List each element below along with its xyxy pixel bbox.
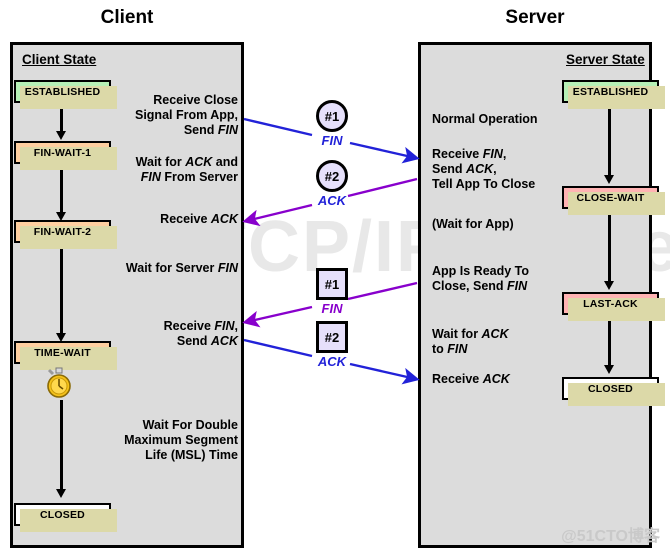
message-label-4-ack: ACK: [317, 354, 347, 369]
client-note-wait-ack-fin: Wait for ACK and FIN From Server: [95, 155, 238, 185]
server-note-receive-ack-l1: Receive ACK: [432, 372, 510, 386]
client-flow-arrowhead-4: [56, 489, 66, 498]
server-note-normal-operation-l1: Normal Operation: [432, 112, 538, 126]
client-note-receive-ack-l1: Receive ACK: [160, 212, 238, 226]
client-flow-line-2: [60, 167, 63, 215]
arrow-ack-client-to-server-a: [243, 338, 313, 358]
server-state-closed: CLOSED: [562, 377, 665, 406]
client-note-receive-close-l3: Send FIN: [183, 123, 238, 137]
fin-flag-label: FIN: [217, 123, 238, 137]
server-note-normal-operation: Normal Operation: [432, 112, 572, 127]
client-note-receive-close-l1: Receive Close: [153, 93, 238, 107]
server-note-receive-fin: Receive FIN, Send ACK, Tell App To Close: [432, 147, 572, 192]
arrow-fin-client-to-server-a: [243, 117, 313, 137]
message-marker-1-fin[interactable]: #1: [316, 100, 348, 132]
client-note-receive-fin-send-ack-l2: Send ACK: [176, 334, 238, 348]
server-note-app-ready-l2: Close, Send FIN: [432, 279, 528, 293]
server-note-receive-fin-l2: Send ACK,: [432, 162, 497, 176]
server-note-app-ready: App Is Ready To Close, Send FIN: [432, 264, 572, 294]
server-state-established: ESTABLISHED: [562, 80, 665, 109]
client-note-receive-fin-send-ack-l1: Receive FIN,: [163, 319, 238, 333]
server-flow-line-2: [608, 212, 611, 284]
server-flow-arrowhead-3: [604, 365, 614, 374]
client-msl-dotted-line: [60, 400, 63, 492]
server-flow-arrowhead-2: [604, 281, 614, 290]
client-state-time-wait: TIME-WAIT: [14, 341, 117, 370]
server-note-receive-fin-l3: Tell App To Close: [432, 177, 536, 191]
server-note-app-ready-l1: App Is Ready To: [432, 264, 530, 278]
client-flow-arrowhead-1: [56, 131, 66, 140]
client-note-receive-fin-send-ack: Receive FIN, Send ACK: [120, 319, 238, 349]
message-marker-4-ack[interactable]: #2: [316, 321, 348, 353]
diagram-canvas: The TCP/IP Guide Client Server Client St…: [0, 0, 670, 560]
client-note-wait-ack-fin-l1: Wait for ACK and: [135, 155, 238, 169]
message-marker-3-fin[interactable]: #1: [316, 268, 348, 300]
server-flow-arrowhead-1: [604, 175, 614, 184]
server-state-heading: Server State: [566, 52, 645, 67]
timer-icon: [44, 367, 74, 404]
arrow-fin-server-to-client-b: [242, 305, 313, 328]
arrow-fin-server-to-client-a: [347, 281, 418, 301]
server-note-wait-ack-to-fin-l2: to FIN: [432, 342, 468, 356]
arrow-ack-server-to-client-b: [242, 203, 313, 227]
server-column-title: Server: [505, 7, 565, 28]
client-note-msl-l3: Life (MSL) Time: [145, 448, 238, 462]
client-note-msl-l2: Maximum Segment: [124, 433, 238, 447]
arrow-ack-client-to-server-b: [349, 362, 420, 385]
server-state-last-ack: LAST-ACK: [562, 292, 665, 321]
client-state-heading: Client State: [22, 52, 97, 67]
server-note-wait-ack-to-fin: Wait for ACK to FIN: [432, 327, 572, 357]
watermark-corner: @51CTO博客: [561, 528, 660, 545]
arrow-fin-client-to-server-b: [349, 141, 420, 164]
client-note-msl-l1: Wait For Double: [142, 418, 238, 432]
client-note-receive-close-l2: Signal From App,: [134, 108, 238, 122]
message-label-3-fin: FIN: [321, 301, 343, 316]
client-state-closed: CLOSED: [14, 503, 117, 532]
client-state-fin-wait-2: FIN-WAIT-2: [14, 220, 117, 249]
server-flow-line-1: [608, 106, 611, 178]
server-flow-line-3: [608, 318, 611, 368]
client-note-msl: Wait For Double Maximum Segment Life (MS…: [95, 418, 238, 463]
client-flow-line-3: [60, 246, 63, 336]
server-note-receive-ack: Receive ACK: [432, 372, 572, 387]
server-note-wait-ack-to-fin-l1: Wait for ACK: [432, 327, 509, 341]
server-note-wait-for-app-l1: (Wait for App): [432, 217, 514, 231]
client-state-established: ESTABLISHED: [14, 80, 117, 109]
server-state-close-wait: CLOSE-WAIT: [562, 186, 665, 215]
arrow-ack-server-to-client-a: [347, 177, 418, 198]
server-note-receive-fin-l1: Receive FIN,: [432, 147, 507, 161]
message-label-1-fin: FIN: [321, 133, 343, 148]
client-note-wait-server-fin: Wait for Server FIN: [95, 261, 238, 276]
client-note-wait-ack-fin-l2: FIN From Server: [140, 170, 238, 184]
client-note-wait-server-fin-l1: Wait for Server FIN: [125, 261, 238, 275]
message-marker-2-ack[interactable]: #2: [316, 160, 348, 192]
client-note-receive-close: Receive Close Signal From App, Send FIN: [105, 93, 238, 138]
server-note-wait-for-app: (Wait for App): [432, 217, 572, 232]
client-column-title: Client: [100, 7, 154, 28]
client-flow-line-1: [60, 106, 63, 134]
message-label-2-ack: ACK: [317, 193, 347, 208]
client-note-receive-ack: Receive ACK: [115, 212, 238, 227]
